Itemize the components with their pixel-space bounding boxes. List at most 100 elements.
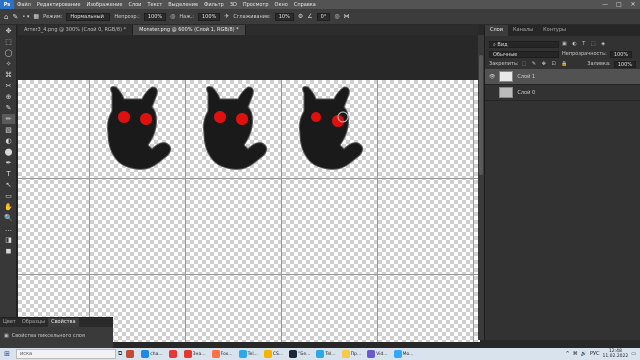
layer-row-0[interactable]: 👁 Слой 0 bbox=[485, 85, 640, 101]
filter-icons[interactable]: ▣ ◐ T ⬚ ◈ bbox=[562, 41, 607, 47]
screen-mode-icon[interactable]: ◼ bbox=[2, 246, 15, 256]
zoom-tool-icon[interactable]: 🔍 bbox=[2, 213, 15, 223]
move-tool-icon[interactable]: ✥ bbox=[2, 26, 15, 36]
taskbar-app-5[interactable]: Fox... bbox=[210, 349, 235, 360]
type-tool-icon[interactable]: T bbox=[2, 169, 15, 179]
app-icon bbox=[183, 350, 192, 358]
crop-tool-icon[interactable]: ⌘ bbox=[2, 70, 15, 80]
network-icon[interactable]: ⌘ bbox=[573, 351, 578, 357]
tab-paths[interactable]: Контуры bbox=[538, 25, 571, 36]
smoothing-settings-icon[interactable]: ⚙ bbox=[298, 13, 303, 20]
brush-settings-icon[interactable]: ▦ bbox=[33, 13, 39, 20]
fill-field[interactable]: 100% bbox=[613, 60, 636, 68]
symmetry-icon[interactable]: ⋈ bbox=[344, 13, 350, 20]
quick-mask-icon[interactable]: ◨ bbox=[2, 235, 15, 245]
tab-channels[interactable]: Каналы bbox=[508, 25, 538, 36]
taskbar: ⊞ иска ⧉ cha... Зна... Fox... Tel... CS.… bbox=[0, 348, 640, 360]
app-label: "Бе... bbox=[298, 351, 311, 357]
clock[interactable]: 12:48 11.02.2022 bbox=[603, 349, 629, 359]
app-label: Tel... bbox=[325, 351, 336, 357]
brush-size-picker[interactable]: • ▾ bbox=[22, 14, 29, 20]
taskbar-app-9[interactable]: Tel... bbox=[314, 349, 337, 360]
menu-file[interactable]: Файл bbox=[14, 2, 34, 8]
healing-tool-icon[interactable]: ✎ bbox=[2, 103, 15, 113]
menu-window[interactable]: Окно bbox=[272, 2, 291, 8]
app-icon bbox=[316, 350, 325, 358]
rectangle-tool-icon[interactable]: ▭ bbox=[2, 191, 15, 201]
taskbar-app-1[interactable] bbox=[124, 349, 137, 360]
brush-tool-icon[interactable]: ✎ bbox=[12, 13, 18, 21]
minimize-button[interactable]: — bbox=[598, 1, 612, 8]
menu-filter[interactable]: Фильтр bbox=[201, 2, 227, 8]
tab-monster[interactable]: Monster.png @ 600% (Слой 1, RGB/8) * bbox=[133, 25, 246, 35]
more-tools-icon[interactable]: … bbox=[2, 224, 15, 234]
home-icon[interactable]: ⌂ bbox=[4, 13, 8, 21]
layer-row-1[interactable]: 👁 Слой 1 bbox=[485, 69, 640, 85]
pressure-size-icon[interactable]: ◎ bbox=[334, 13, 339, 20]
maximize-button[interactable]: □ bbox=[612, 1, 626, 8]
layer-opacity-field[interactable]: 100% bbox=[609, 50, 633, 58]
layer-thumbnail bbox=[499, 71, 514, 82]
taskbar-app-3[interactable] bbox=[167, 349, 180, 360]
menu-help[interactable]: Справка bbox=[291, 2, 319, 8]
taskbar-app-10[interactable]: Пр... bbox=[340, 349, 364, 360]
marquee-tool-icon[interactable]: ⬚ bbox=[2, 37, 15, 47]
taskbar-app-2[interactable]: cha... bbox=[139, 349, 164, 360]
taskbar-app-8[interactable]: "Бе... bbox=[287, 349, 312, 360]
notifications-icon[interactable]: ▭ bbox=[631, 351, 636, 357]
mode-label: Режим: bbox=[43, 13, 63, 20]
menu-type[interactable]: Текст bbox=[144, 2, 165, 8]
menu-image[interactable]: Изображение bbox=[83, 2, 125, 8]
tab-color[interactable]: Цвет bbox=[0, 318, 19, 327]
app-icon bbox=[238, 350, 247, 358]
menu-select[interactable]: Выделение bbox=[165, 2, 201, 8]
frame-tool-icon[interactable]: ✂ bbox=[2, 81, 15, 91]
angle-field[interactable]: 0° bbox=[316, 12, 331, 21]
pressure-opacity-icon[interactable]: ◎ bbox=[170, 13, 175, 20]
lock-icons[interactable]: ⬚ ✎ ✥ ⊡ 🔒 bbox=[522, 61, 570, 67]
menu-edit[interactable]: Редактирование bbox=[34, 2, 84, 8]
photoshop-logo: Ps bbox=[0, 0, 14, 9]
mode-select[interactable]: Нормальный bbox=[66, 12, 111, 21]
history-brush-icon[interactable]: ◐ bbox=[2, 136, 15, 146]
gradient-tool-icon[interactable]: ✒ bbox=[2, 158, 15, 168]
stamp-tool-icon[interactable]: ▧ bbox=[2, 125, 15, 135]
menu-layers[interactable]: Слои bbox=[125, 2, 144, 8]
tray-chevron-icon[interactable]: ^ bbox=[566, 351, 570, 357]
lasso-tool-icon[interactable]: ◯ bbox=[2, 48, 15, 58]
opacity-label: Непрозр.: bbox=[114, 13, 140, 20]
pressure-field[interactable]: 100% bbox=[197, 12, 221, 21]
document-canvas[interactable] bbox=[18, 80, 480, 342]
volume-icon[interactable]: 🔊 bbox=[581, 351, 587, 357]
hand-tool-icon[interactable]: ✋ bbox=[2, 202, 15, 212]
tab-properties[interactable]: Свойства bbox=[48, 318, 79, 327]
taskbar-app-6[interactable]: Tel... bbox=[237, 349, 260, 360]
tab-artwork[interactable]: Arтer3_4.png @ 300% (Слой 0, RGB/8) * bbox=[18, 25, 134, 35]
quick-select-tool-icon[interactable]: ✧ bbox=[2, 59, 15, 69]
eyedropper-tool-icon[interactable]: ⊕ bbox=[2, 92, 15, 102]
taskbar-app-4[interactable]: Зна... bbox=[182, 349, 208, 360]
menu-view[interactable]: Просмотр bbox=[240, 2, 272, 8]
task-view-icon[interactable]: ⧉ bbox=[118, 350, 122, 358]
tab-swatches[interactable]: Образцы bbox=[19, 318, 48, 327]
close-button[interactable]: ✕ bbox=[626, 1, 640, 8]
tab-layers[interactable]: Слои bbox=[485, 25, 508, 36]
layer-filter-select[interactable]: ⌕ Вид bbox=[489, 40, 559, 48]
blend-mode-select[interactable]: Обычные bbox=[489, 50, 559, 58]
brush-tool-icon[interactable]: ✏ bbox=[2, 114, 15, 124]
fill-label: Заливка: bbox=[587, 61, 611, 67]
smoothing-field[interactable]: 10% bbox=[274, 12, 294, 21]
visibility-eye-icon[interactable]: 👁 bbox=[489, 74, 495, 80]
language-indicator[interactable]: РУС bbox=[590, 351, 600, 357]
taskbar-app-12[interactable]: Mo... bbox=[392, 349, 416, 360]
windows-start-icon[interactable]: ⊞ bbox=[0, 348, 14, 360]
eraser-tool-icon[interactable]: ⬤ bbox=[2, 147, 15, 157]
path-select-tool-icon[interactable]: ↖ bbox=[2, 180, 15, 190]
grid-line bbox=[281, 80, 282, 342]
airbrush-icon[interactable]: ✈ bbox=[224, 13, 229, 20]
taskbar-app-7[interactable]: CS... bbox=[262, 349, 285, 360]
menu-3d[interactable]: 3D bbox=[227, 2, 240, 8]
opacity-field[interactable]: 100% bbox=[143, 12, 167, 21]
taskbar-app-11[interactable]: Vid... bbox=[365, 349, 389, 360]
taskbar-search-input[interactable]: иска bbox=[16, 349, 116, 359]
